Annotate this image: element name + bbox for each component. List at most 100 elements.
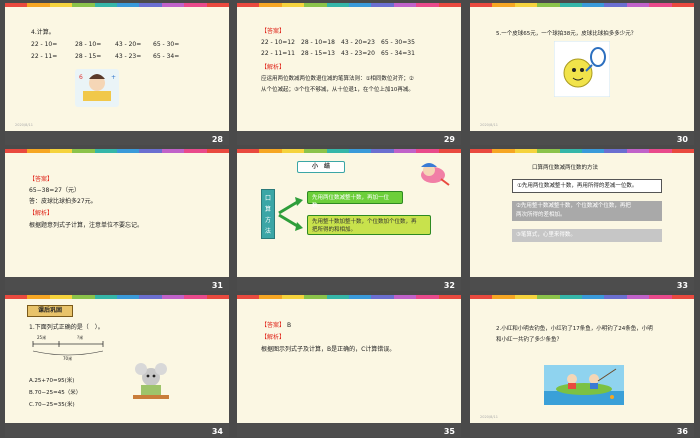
page-number: 32: [443, 281, 455, 290]
date: 2020/8/11: [15, 123, 33, 127]
answer-tag: 【答案】: [261, 28, 286, 35]
method-item: ①先用两位数减整十数，再用所得的差减一位数。: [512, 179, 662, 193]
expr: 28 - 15=13: [301, 50, 335, 57]
method-item: ②先用整十数减整十数，个位数减个位数，再把 两次所得的差相加。: [512, 201, 662, 221]
color-strip: [237, 3, 461, 8]
page-number: 29: [443, 135, 455, 144]
slide-33[interactable]: 口算两位数减两位数的方法 ①先用两位数减整十数，再用所得的差减一位数。 ②先用整…: [470, 149, 694, 291]
diagram-label: 25米: [37, 335, 47, 340]
cartoon-mouse-illustration: [133, 363, 169, 399]
color-strip: [470, 3, 694, 8]
expr: 65 - 30=35: [381, 39, 415, 46]
question: 5.一个皮球65元，一个球拍38元，皮球比球拍多多少元？: [496, 31, 637, 37]
answer-value: B: [286, 322, 292, 329]
flying-cartoon-character-illustration: [421, 163, 450, 186]
answer-tag: 【答案】: [261, 322, 286, 329]
diagram-label: ?米: [77, 335, 84, 340]
method-one-box: 先用两位数减整十数，再加一位数。: [307, 191, 403, 209]
page-number: 35: [443, 427, 455, 436]
slide-footer: 34: [5, 423, 229, 437]
tennis-ball-cartoon-illustration: [554, 41, 610, 97]
method-two-line: 先用整十数加整十数，个位数加个位数，再: [312, 219, 417, 225]
method-label-box: 口 算 方 法: [261, 189, 275, 239]
method-two-box: 先用整十数加整十数，个位数加个位数，再 把所得的和相加。: [307, 215, 431, 235]
slide-title: 口算两位数减两位数的方法: [532, 165, 599, 171]
slide-32[interactable]: 小 结 口 算 方 法 先用两位数减整十数，再加一位数。 先用整十数加整十数，个…: [237, 149, 461, 291]
slide-grid: 4.计算。 22 - 10= 28 - 10= 43 - 20= 65 - 30…: [0, 0, 700, 438]
page-number: 34: [211, 427, 223, 436]
svg-text:6: 6: [79, 74, 83, 81]
answer-row: 【答案】 B: [261, 321, 291, 330]
expr: 22 - 11=: [31, 53, 58, 60]
slide-35[interactable]: 【答案】 B 【解析】 根据图示列式子及计算，B是正确的，C计算错误。 35: [237, 295, 461, 437]
branch-arrows: [278, 197, 303, 231]
method-item: ③笔算式，心里来得数。: [512, 229, 662, 242]
slide-31[interactable]: 【答案】 65−38=27（元） 答：皮球比球拍多27元。 【解析】 根据题意列…: [5, 149, 229, 291]
slide-footer: 28: [5, 131, 229, 145]
expr: 43 - 20=: [115, 41, 142, 48]
slide-34[interactable]: 课后巩固 1.下面列式正确的是（ ）。 25米 ?米 70米 A.25+70=9…: [5, 295, 229, 437]
question-line: 2.小红和小明去钓鱼，小红钓了17条鱼，小明钓了24条鱼，小明: [496, 326, 653, 332]
expr: 43 - 23=: [115, 53, 142, 60]
method-char: 口: [264, 195, 271, 202]
color-strip: [5, 149, 229, 154]
expr: 28 - 15=: [75, 53, 102, 60]
slide-footer: 33: [470, 277, 694, 291]
page-number: 33: [676, 281, 688, 290]
slide-29[interactable]: 【答案】 22 - 10=12 28 - 10=18 43 - 20=23 65…: [237, 3, 461, 145]
diagram-label: 70米: [63, 356, 73, 361]
expr: 22 - 11=11: [261, 50, 295, 57]
analysis-text: 根据题意列式子计算，注意单位不要忘记。: [29, 222, 144, 229]
answer-line: 65−38=27（元）: [29, 187, 80, 194]
slide-footer: 35: [237, 423, 461, 437]
expr: 28 - 10=: [75, 41, 102, 48]
page-number: 31: [211, 281, 223, 290]
analysis-text: 根据图示列式子及计算，B是正确的，C计算错误。: [261, 346, 396, 353]
option-b[interactable]: B.70−25=45（米）: [29, 389, 81, 398]
color-strip: [470, 149, 694, 154]
analysis-line: 从个位减起；③个位不够减，从十位退1，在个位上加10再减。: [261, 87, 414, 93]
option-c[interactable]: C.70−25=35(米): [29, 401, 75, 410]
color-strip: [470, 295, 694, 300]
expr: 22 - 10=12: [261, 39, 295, 46]
expr: 22 - 10=: [31, 41, 58, 48]
expr: 28 - 10=18: [301, 39, 335, 46]
question-line: 和小红一共钓了多少条鱼？: [496, 337, 563, 343]
expr: 43 - 23=20: [341, 50, 375, 57]
method-two-line: 把所得的和相加。: [312, 227, 357, 233]
slide-footer: 32: [237, 277, 461, 291]
color-strip: [5, 3, 229, 8]
slide-footer: 31: [5, 277, 229, 291]
analysis-tag: 【解析】: [261, 64, 286, 71]
method-item-line: 两次所得的差相加。: [516, 212, 566, 218]
color-strip: [237, 149, 461, 154]
svg-text:+: +: [111, 74, 116, 81]
color-strip: [237, 295, 461, 300]
analysis-tag: 【解析】: [29, 210, 54, 217]
option-a[interactable]: A.25+70=95(米): [29, 377, 74, 386]
cartoon-student-illustration: 6 +: [75, 69, 119, 107]
slide-28[interactable]: 4.计算。 22 - 10= 28 - 10= 43 - 20= 65 - 30…: [5, 3, 229, 145]
slide-30[interactable]: 5.一个皮球65元，一个球拍38元，皮球比球拍多多少元？ 2020/8/11 3…: [470, 3, 694, 145]
page-number: 28: [211, 135, 223, 144]
date: 2020/8/11: [480, 415, 498, 419]
summary-title: 小 结: [297, 161, 345, 173]
slide-36[interactable]: 2.小红和小明去钓鱼，小红钓了17条鱼，小明钓了24条鱼，小明 和小红一共钓了多…: [470, 295, 694, 437]
method-char: 方: [264, 217, 271, 224]
expr: 65 - 30=: [153, 41, 180, 48]
page-number: 36: [676, 427, 688, 436]
heading: 4.计算。: [31, 29, 55, 36]
question: 1.下面列式正确的是（ ）。: [29, 324, 104, 331]
slide-footer: 29: [237, 131, 461, 145]
date: 2020/8/11: [480, 123, 498, 127]
color-strip: [5, 295, 229, 300]
analysis-tag: 【解析】: [261, 334, 286, 341]
answer-line: 答：皮球比球拍多27元。: [29, 198, 97, 205]
answer-tag: 【答案】: [29, 176, 54, 183]
expr: 65 - 34=: [153, 53, 180, 60]
expr: 43 - 20=23: [341, 39, 375, 46]
slide-footer: 30: [470, 131, 694, 145]
slide-footer: 36: [470, 423, 694, 437]
analysis-line: 应运用两位数减两位数退位减的笔算法则：①相同数位对齐；②: [261, 76, 414, 82]
expr: 65 - 34=31: [381, 50, 415, 57]
